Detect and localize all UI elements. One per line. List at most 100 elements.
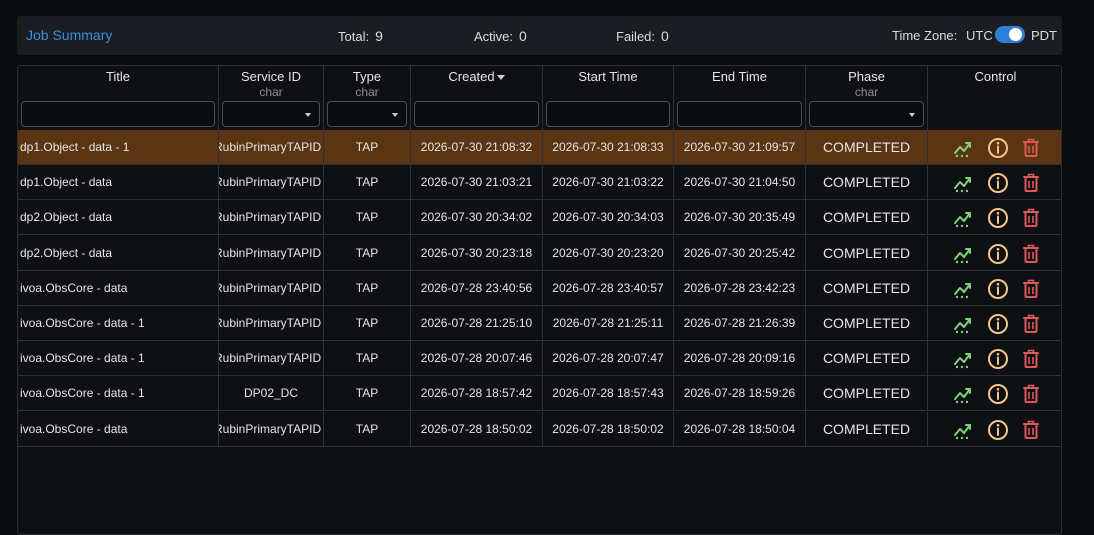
job-info-button[interactable]: [987, 313, 1009, 335]
cell-end-time: 2026-07-30 20:35:49: [674, 200, 806, 235]
column-label: Control: [928, 69, 1061, 84]
job-results-button[interactable]: [953, 383, 975, 405]
start-time-filter-input[interactable]: [546, 101, 670, 127]
column-label-text: Title: [105, 69, 131, 84]
table-row[interactable]: ivoa.ObsCore - data RubinPrimaryTAPID TAP 2…: [18, 411, 1061, 447]
column-label-text: Phase: [848, 69, 885, 84]
column-type-label: char: [259, 85, 283, 99]
chevron-down-icon: [305, 113, 311, 117]
column-label-text: Service ID: [241, 69, 301, 84]
cell-type: TAP: [324, 235, 411, 270]
failed-stat: Failed: 0: [616, 28, 669, 44]
toggle-knob: [1009, 28, 1022, 41]
trash-icon: [1020, 209, 1042, 232]
cell-created: 2026-07-28 18:57:42: [411, 376, 543, 411]
job-results-button[interactable]: [953, 278, 975, 300]
table-row[interactable]: ivoa.ObsCore - data - 1 RubinPrimaryTAPID…: [18, 306, 1061, 341]
job-info-button[interactable]: [987, 383, 1009, 405]
cell-title: ivoa.ObsCore - data - 1: [18, 376, 219, 411]
cell-title: dp2.Object - data: [18, 200, 219, 235]
job-results-button[interactable]: [953, 348, 975, 370]
job-info-button[interactable]: [987, 243, 1009, 265]
table-row[interactable]: ivoa.ObsCore - data - 1 RubinPrimaryTAPID…: [18, 341, 1061, 377]
trash-icon: [1020, 420, 1042, 444]
table-row[interactable]: ivoa.ObsCore - data - 1 DP02_DC TAP 2026-07…: [18, 376, 1061, 412]
table-row[interactable]: dp2.Object - data RubinPrimaryTAPID TAP 202…: [18, 235, 1061, 271]
delete-job-button[interactable]: [1020, 383, 1042, 405]
column-header-service-id: Service ID char: [219, 66, 324, 130]
created-filter-input[interactable]: [414, 101, 539, 127]
cell-title: ivoa.ObsCore - data: [18, 270, 219, 305]
job-results-button[interactable]: [953, 313, 975, 335]
cell-created: 2026-07-30 20:23:18: [411, 235, 543, 270]
job-results-button[interactable]: [953, 243, 975, 265]
table-row[interactable]: dp2.Object - data RubinPrimaryTAPID TAP 202…: [18, 200, 1061, 236]
cell-control: [928, 200, 1061, 234]
delete-job-button[interactable]: [1020, 172, 1042, 194]
job-results-button[interactable]: [953, 419, 975, 441]
info-icon: [987, 419, 1009, 444]
job-info-button[interactable]: [987, 348, 1009, 370]
table-row[interactable]: ivoa.ObsCore - data RubinPrimaryTAPID TAP 2…: [18, 270, 1061, 306]
delete-job-button[interactable]: [1020, 137, 1042, 159]
job-results-button[interactable]: [953, 137, 975, 159]
delete-job-button[interactable]: [1020, 207, 1042, 229]
chart-line-icon: [953, 142, 975, 162]
info-icon: [987, 243, 1009, 268]
chart-line-icon: [953, 423, 975, 444]
column-header-created[interactable]: Created: [411, 66, 543, 130]
cell-created: 2026-07-28 20:07:46: [411, 341, 543, 376]
cell-title: dp1.Object - data: [18, 165, 219, 200]
delete-job-button[interactable]: [1020, 243, 1042, 265]
job-info-button[interactable]: [987, 137, 1009, 159]
delete-job-button[interactable]: [1020, 313, 1042, 335]
cell-type: TAP: [324, 411, 411, 446]
failed-label: Failed:: [616, 29, 656, 44]
cell-type: TAP: [324, 165, 411, 200]
column-header-end-time: End Time: [674, 66, 806, 130]
column-label: Created: [411, 69, 542, 84]
cell-control: [928, 165, 1061, 199]
job-info-button[interactable]: [987, 172, 1009, 194]
cell-type: TAP: [324, 200, 411, 235]
cell-title: ivoa.ObsCore - data - 1: [18, 341, 219, 376]
cell-service-id: DP02_DC: [219, 376, 324, 411]
job-info-button[interactable]: [987, 278, 1009, 300]
column-label-text: End Time: [712, 69, 767, 84]
timezone-toggle[interactable]: [995, 26, 1025, 43]
info-icon: [987, 349, 1009, 373]
column-label: Start Time: [543, 69, 673, 84]
table-row[interactable]: dp1.Object - data - 1 RubinPrimaryTAPID TA…: [18, 130, 1061, 165]
column-header-phase: Phase char: [806, 66, 928, 130]
cell-type: TAP: [324, 130, 411, 164]
cell-created: 2026-07-30 21:08:32: [411, 130, 543, 164]
cell-end-time: 2026-07-30 21:04:50: [674, 165, 806, 200]
delete-job-button[interactable]: [1020, 348, 1042, 370]
cell-service-id: RubinPrimaryTAPID: [219, 235, 324, 270]
job-info-button[interactable]: [987, 419, 1009, 441]
type-filter-select[interactable]: [327, 101, 407, 127]
column-type-label: char: [355, 85, 379, 99]
end-time-filter-input[interactable]: [677, 101, 802, 127]
info-icon: [987, 138, 1009, 162]
column-label: Title: [18, 69, 218, 84]
active-stat: Active: 0: [474, 28, 527, 44]
job-info-button[interactable]: [987, 207, 1009, 229]
cell-end-time: 2026-07-28 23:42:23: [674, 270, 806, 305]
chart-line-icon: [953, 318, 975, 338]
service-id-filter-select[interactable]: [222, 101, 320, 127]
sort-desc-icon[interactable]: [496, 75, 505, 81]
table-row[interactable]: dp1.Object - data RubinPrimaryTAPID TAP 202…: [18, 165, 1061, 201]
title-filter-input[interactable]: [21, 101, 215, 127]
failed-value: 0: [661, 28, 669, 44]
cell-phase: COMPLETED: [806, 376, 928, 411]
phase-filter-select[interactable]: [809, 101, 924, 127]
trash-icon: [1020, 385, 1042, 408]
trash-icon: [1020, 314, 1042, 338]
job-results-button[interactable]: [953, 172, 975, 194]
cell-title: dp1.Object - data - 1: [18, 130, 219, 164]
delete-job-button[interactable]: [1020, 419, 1042, 441]
cell-title: dp2.Object - data: [18, 235, 219, 270]
delete-job-button[interactable]: [1020, 278, 1042, 300]
job-results-button[interactable]: [953, 207, 975, 229]
